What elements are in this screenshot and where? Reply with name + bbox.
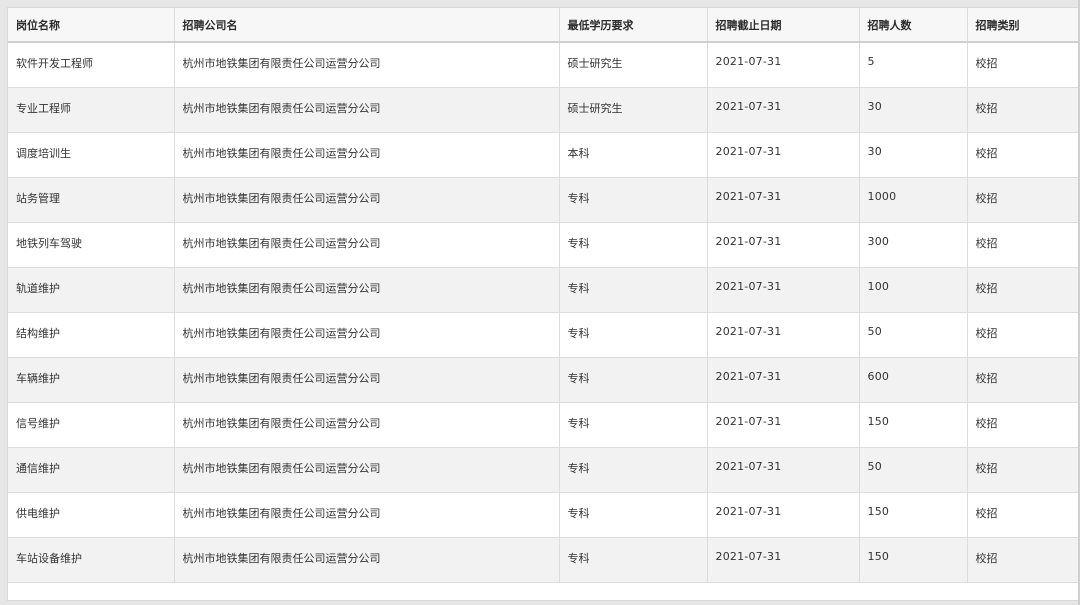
cell-position-name: 站务管理 xyxy=(8,177,175,223)
table-row[interactable]: 车辆维护 杭州市地铁集团有限责任公司运营分公司 专科 2021-07-31 600 校招 xyxy=(8,357,1080,403)
header-position-name[interactable]: 岗位名称 xyxy=(8,8,175,43)
cell-company-name: 杭州市地铁集团有限责任公司运营分公司 xyxy=(174,357,560,403)
cell-min-education: 专科 xyxy=(559,267,708,313)
cell-headcount: 150 xyxy=(859,402,968,448)
cell-min-education: 专科 xyxy=(559,492,708,538)
cell-category: 校招 xyxy=(967,492,1080,538)
cell-deadline: 2021-07-31 xyxy=(707,537,860,583)
cell-company-name: 杭州市地铁集团有限责任公司运营分公司 xyxy=(174,222,560,268)
cell-headcount: 150 xyxy=(859,537,968,583)
table-row[interactable]: 信号维护 杭州市地铁集团有限责任公司运营分公司 专科 2021-07-31 150 校招 xyxy=(8,402,1080,448)
cell-category: 校招 xyxy=(967,312,1080,358)
header-category[interactable]: 招聘类别 xyxy=(967,8,1080,43)
table-row[interactable]: 轨道维护 杭州市地铁集团有限责任公司运营分公司 专科 2021-07-31 100 校招 xyxy=(8,267,1080,313)
cell-position-name: 地铁列车驾驶 xyxy=(8,222,175,268)
cell-company-name: 杭州市地铁集团有限责任公司运营分公司 xyxy=(174,537,560,583)
cell-company-name: 杭州市地铁集团有限责任公司运营分公司 xyxy=(174,312,560,358)
header-min-education[interactable]: 最低学历要求 xyxy=(559,8,708,43)
cell-position-name: 轨道维护 xyxy=(8,267,175,313)
cell-position-name: 信号维护 xyxy=(8,402,175,448)
table-row[interactable]: 结构维护 杭州市地铁集团有限责任公司运营分公司 专科 2021-07-31 50 校招 xyxy=(8,312,1080,358)
cell-position-name: 调度培训生 xyxy=(8,132,175,178)
cell-category: 校招 xyxy=(967,357,1080,403)
cell-company-name: 杭州市地铁集团有限责任公司运营分公司 xyxy=(174,447,560,493)
cell-min-education: 本科 xyxy=(559,132,708,178)
cell-min-education: 专科 xyxy=(559,357,708,403)
cell-company-name: 杭州市地铁集团有限责任公司运营分公司 xyxy=(174,132,560,178)
cell-company-name: 杭州市地铁集团有限责任公司运营分公司 xyxy=(174,177,560,223)
table-row[interactable]: 车站设备维护 杭州市地铁集团有限责任公司运营分公司 专科 2021-07-31 150 校… xyxy=(8,537,1080,583)
cell-position-name: 软件开发工程师 xyxy=(8,42,175,88)
table-body: 软件开发工程师 杭州市地铁集团有限责任公司运营分公司 硕士研究生 2021-07-31… xyxy=(8,42,1080,583)
cell-company-name: 杭州市地铁集团有限责任公司运营分公司 xyxy=(174,42,560,88)
table-row[interactable]: 软件开发工程师 杭州市地铁集团有限责任公司运营分公司 硕士研究生 2021-07-31… xyxy=(8,42,1080,88)
cell-position-name: 车站设备维护 xyxy=(8,537,175,583)
table-row[interactable]: 站务管理 杭州市地铁集团有限责任公司运营分公司 专科 2021-07-31 1000 校招 xyxy=(8,177,1080,223)
cell-headcount: 1000 xyxy=(859,177,968,223)
cell-headcount: 150 xyxy=(859,492,968,538)
cell-company-name: 杭州市地铁集团有限责任公司运营分公司 xyxy=(174,402,560,448)
cell-headcount: 50 xyxy=(859,447,968,493)
cell-category: 校招 xyxy=(967,447,1080,493)
cell-headcount: 100 xyxy=(859,267,968,313)
cell-category: 校招 xyxy=(967,222,1080,268)
cell-category: 校招 xyxy=(967,267,1080,313)
cell-headcount: 600 xyxy=(859,357,968,403)
cell-min-education: 专科 xyxy=(559,402,708,448)
cell-deadline: 2021-07-31 xyxy=(707,132,860,178)
header-deadline[interactable]: 招聘截止日期 xyxy=(707,8,860,43)
cell-min-education: 专科 xyxy=(559,222,708,268)
table-row[interactable]: 供电维护 杭州市地铁集团有限责任公司运营分公司 专科 2021-07-31 150 校招 xyxy=(8,492,1080,538)
table-row[interactable]: 通信维护 杭州市地铁集团有限责任公司运营分公司 专科 2021-07-31 50 校招 xyxy=(8,447,1080,493)
cell-deadline: 2021-07-31 xyxy=(707,312,860,358)
cell-min-education: 硕士研究生 xyxy=(559,87,708,133)
cell-category: 校招 xyxy=(967,402,1080,448)
table-header: 岗位名称 招聘公司名 最低学历要求 招聘截止日期 招聘人数 招聘类别 xyxy=(8,8,1080,43)
cell-position-name: 结构维护 xyxy=(8,312,175,358)
cell-deadline: 2021-07-31 xyxy=(707,87,860,133)
cell-min-education: 专科 xyxy=(559,312,708,358)
header-row: 岗位名称 招聘公司名 最低学历要求 招聘截止日期 招聘人数 招聘类别 xyxy=(8,8,1080,43)
cell-position-name: 专业工程师 xyxy=(8,87,175,133)
cell-position-name: 通信维护 xyxy=(8,447,175,493)
cell-position-name: 供电维护 xyxy=(8,492,175,538)
cell-deadline: 2021-07-31 xyxy=(707,177,860,223)
cell-min-education: 硕士研究生 xyxy=(559,42,708,88)
cell-category: 校招 xyxy=(967,132,1080,178)
cell-deadline: 2021-07-31 xyxy=(707,222,860,268)
cell-headcount: 300 xyxy=(859,222,968,268)
cell-category: 校招 xyxy=(967,177,1080,223)
table-row[interactable]: 地铁列车驾驶 杭州市地铁集团有限责任公司运营分公司 专科 2021-07-31 300 校… xyxy=(8,222,1080,268)
cell-deadline: 2021-07-31 xyxy=(707,267,860,313)
cell-company-name: 杭州市地铁集团有限责任公司运营分公司 xyxy=(174,87,560,133)
cell-deadline: 2021-07-31 xyxy=(707,492,860,538)
cell-position-name: 车辆维护 xyxy=(8,357,175,403)
cell-headcount: 30 xyxy=(859,132,968,178)
table-row[interactable]: 专业工程师 杭州市地铁集团有限责任公司运营分公司 硕士研究生 2021-07-31 30… xyxy=(8,87,1080,133)
cell-deadline: 2021-07-31 xyxy=(707,447,860,493)
header-headcount[interactable]: 招聘人数 xyxy=(859,8,968,43)
cell-category: 校招 xyxy=(967,42,1080,88)
cell-headcount: 50 xyxy=(859,312,968,358)
cell-min-education: 专科 xyxy=(559,447,708,493)
cell-min-education: 专科 xyxy=(559,177,708,223)
cell-headcount: 5 xyxy=(859,42,968,88)
recruitment-table: 岗位名称 招聘公司名 最低学历要求 招聘截止日期 招聘人数 招聘类别 软件开发工… xyxy=(8,8,1080,583)
cell-deadline: 2021-07-31 xyxy=(707,42,860,88)
cell-company-name: 杭州市地铁集团有限责任公司运营分公司 xyxy=(174,267,560,313)
cell-deadline: 2021-07-31 xyxy=(707,357,860,403)
cell-category: 校招 xyxy=(967,537,1080,583)
cell-company-name: 杭州市地铁集团有限责任公司运营分公司 xyxy=(174,492,560,538)
recruitment-table-container: 岗位名称 招聘公司名 最低学历要求 招聘截止日期 招聘人数 招聘类别 软件开发工… xyxy=(8,8,1080,600)
cell-headcount: 30 xyxy=(859,87,968,133)
cell-category: 校招 xyxy=(967,87,1080,133)
cell-min-education: 专科 xyxy=(559,537,708,583)
table-row[interactable]: 调度培训生 杭州市地铁集团有限责任公司运营分公司 本科 2021-07-31 30 校招 xyxy=(8,132,1080,178)
header-company-name[interactable]: 招聘公司名 xyxy=(174,8,560,43)
cell-deadline: 2021-07-31 xyxy=(707,402,860,448)
